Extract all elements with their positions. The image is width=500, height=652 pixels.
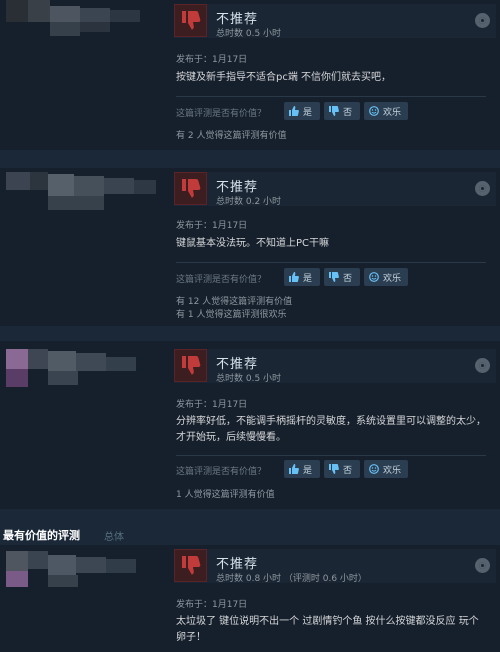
- review-card: 不推荐 总时数 0.8 小时 （评测时 0.6 小时） 发布于：1月17日 太垃…: [0, 545, 500, 652]
- thumb-down-box: [174, 549, 207, 582]
- review-verdict: 不推荐: [216, 12, 259, 27]
- smiley-icon: [369, 464, 379, 474]
- thumb-down-icon: [329, 272, 339, 282]
- vote-no-button[interactable]: 否: [324, 268, 360, 286]
- smiley-icon: [369, 106, 379, 116]
- avatar[interactable]: [6, 172, 156, 214]
- thumb-down-icon: [329, 464, 339, 474]
- smiley-icon: [369, 272, 379, 282]
- thumb-down-icon: [182, 356, 201, 375]
- vote-yes-button[interactable]: 是: [284, 268, 320, 286]
- thumb-up-icon: [289, 106, 299, 116]
- thumb-down-icon: [182, 179, 201, 198]
- review-card: 不推荐 总时数 0.5 小时 发布于：1月17日 按键及新手指导不适合pc端 不…: [0, 0, 500, 150]
- reviewer-info[interactable]: [0, 0, 168, 150]
- thumb-down-icon: [182, 556, 201, 575]
- steam-icon: [475, 13, 490, 28]
- vote-no-button[interactable]: 否: [324, 102, 360, 120]
- thumb-down-icon: [182, 11, 201, 30]
- playtime: 总时数 0.5 小时: [216, 374, 282, 384]
- vote-funny-button[interactable]: 欢乐: [364, 460, 408, 478]
- section-subtitle[interactable]: 总体: [104, 528, 124, 543]
- divider: [176, 262, 486, 263]
- thumb-down-box: [174, 349, 207, 382]
- thumb-down-box: [174, 4, 207, 37]
- review-verdict: 不推荐: [216, 557, 259, 572]
- steam-icon: [475, 558, 490, 573]
- avatar[interactable]: [6, 551, 156, 593]
- avatar[interactable]: [6, 0, 156, 42]
- verdict-header[interactable]: 不推荐 总时数 0.8 小时 （评测时 0.6 小时）: [174, 549, 496, 584]
- divider: [176, 96, 486, 97]
- verdict-header[interactable]: 不推荐 总时数 0.5 小时: [174, 349, 496, 384]
- posted-date: 发布于：1月17日: [176, 221, 248, 231]
- review-text: 键鼠基本没法玩。不知道上PC干嘛: [176, 238, 330, 249]
- funny-count: 有 1 人觉得这篇评测很欢乐: [176, 310, 287, 320]
- review-text: 分辨率好低，不能调手柄摇杆的灵敏度，系统设置里可以调整的太少，才开始玩，后续慢慢…: [176, 416, 486, 443]
- playtime: 总时数 0.5 小时: [216, 29, 282, 39]
- vote-yes-button[interactable]: 是: [284, 460, 320, 478]
- review-card: 不推荐 总时数 0.5 小时 发布于：1月17日 分辨率好低，不能调手柄摇杆的灵…: [0, 341, 500, 509]
- thumb-down-icon: [329, 106, 339, 116]
- verdict-header[interactable]: 不推荐 总时数 0.2 小时: [174, 172, 496, 207]
- steam-icon: [475, 181, 490, 196]
- review-verdict: 不推荐: [216, 357, 259, 372]
- helpful-count: 有 12 人觉得这篇评测有价值: [176, 297, 293, 307]
- vote-yes-button[interactable]: 是: [284, 102, 320, 120]
- helpful-count: 有 2 人觉得这篇评测有价值: [176, 131, 287, 141]
- helpful-question: 这篇评测是否有价值？: [176, 467, 267, 477]
- helpful-question: 这篇评测是否有价值？: [176, 275, 267, 285]
- review-text: 按键及新手指导不适合pc端 不信你们就去买吧，: [176, 72, 392, 83]
- reviewer-info[interactable]: [0, 545, 168, 652]
- thumb-up-icon: [289, 272, 299, 282]
- reviewer-info[interactable]: [0, 168, 168, 326]
- review-text: 太垃圾了 键位说明不出一个 过剧情钓个鱼 按什么按键都没反应 玩个卵子！: [176, 616, 479, 643]
- posted-date: 发布于：1月17日: [176, 400, 248, 410]
- reviewer-info[interactable]: [0, 341, 168, 509]
- divider: [176, 455, 486, 456]
- posted-date: 发布于：1月17日: [176, 55, 248, 65]
- playtime: 总时数 0.8 小时 （评测时 0.6 小时）: [216, 574, 367, 584]
- helpful-count: 1 人觉得这篇评测有价值: [176, 490, 275, 500]
- vote-funny-button[interactable]: 欢乐: [364, 268, 408, 286]
- vote-no-button[interactable]: 否: [324, 460, 360, 478]
- vote-funny-button[interactable]: 欢乐: [364, 102, 408, 120]
- thumb-down-box: [174, 172, 207, 205]
- posted-date: 发布于：1月17日: [176, 600, 248, 610]
- steam-icon: [475, 358, 490, 373]
- review-card: 不推荐 总时数 0.2 小时 发布于：1月17日 键鼠基本没法玩。不知道上PC干…: [0, 168, 500, 326]
- section-title: 最有价值的评测: [3, 529, 80, 542]
- playtime: 总时数 0.2 小时: [216, 197, 282, 207]
- avatar[interactable]: [6, 349, 156, 391]
- review-verdict: 不推荐: [216, 180, 259, 195]
- helpful-question: 这篇评测是否有价值？: [176, 109, 267, 119]
- verdict-header[interactable]: 不推荐 总时数 0.5 小时: [174, 4, 496, 39]
- thumb-up-icon: [289, 464, 299, 474]
